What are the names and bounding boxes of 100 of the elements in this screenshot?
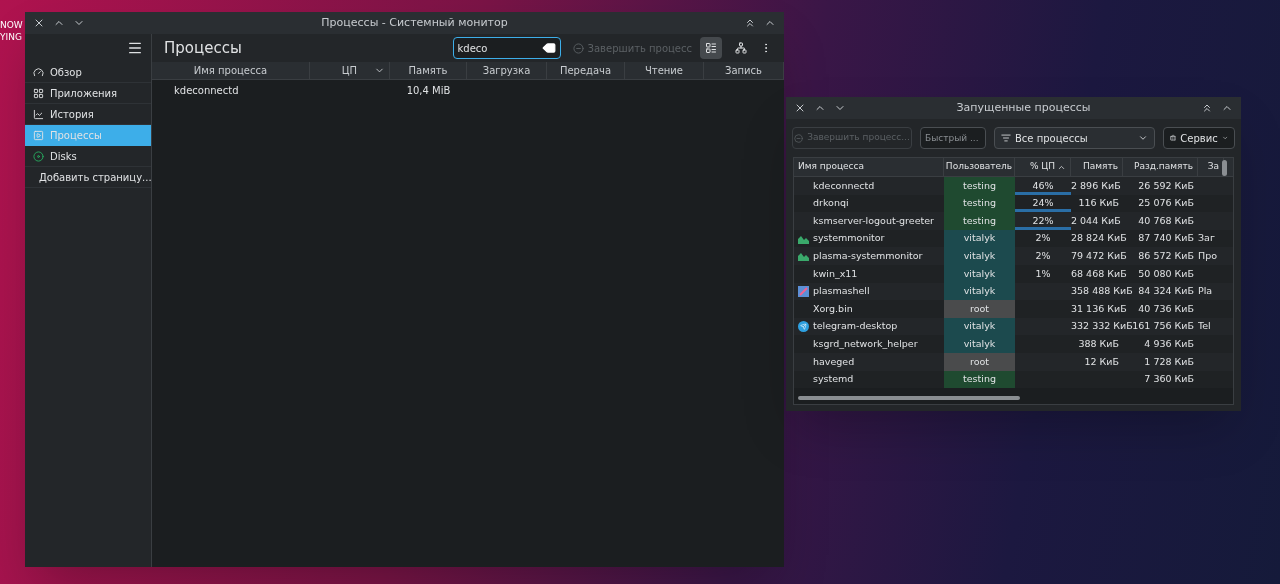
horizontal-scrollbar[interactable] bbox=[798, 396, 1020, 400]
filter-dropdown[interactable]: Все процессы bbox=[994, 127, 1155, 149]
chart-icon bbox=[798, 251, 809, 262]
table-cell-text: Xorg.bin bbox=[813, 301, 853, 316]
column-header[interactable]: ЦП bbox=[310, 62, 390, 79]
table-cell: 2% bbox=[1035, 231, 1051, 246]
sidebar-item[interactable]: Добавить страницу... bbox=[25, 167, 151, 188]
window-title: Запущенные процессы bbox=[955, 99, 1092, 116]
table-cell: 358 488 КиБ bbox=[1071, 285, 1133, 297]
column-header[interactable]: Память bbox=[390, 62, 467, 79]
app-icon bbox=[798, 285, 809, 297]
gauge-icon bbox=[33, 66, 44, 78]
plane-icon bbox=[798, 321, 809, 333]
table-cell: 84 324 КиБ bbox=[1138, 285, 1194, 297]
column-header[interactable]: Загрузка bbox=[467, 62, 547, 79]
table-cell: systemd bbox=[813, 372, 854, 387]
table-cell: 87 740 КиБ bbox=[1138, 232, 1194, 244]
table-cell-text: 22% bbox=[1032, 213, 1054, 228]
view-toggle-button[interactable] bbox=[700, 37, 722, 59]
table-cell: kdeconnectd bbox=[174, 84, 239, 96]
table-cell: 161 756 КиБ bbox=[1132, 320, 1194, 332]
column-header[interactable]: % ЦП bbox=[1015, 158, 1071, 176]
menu-icon[interactable] bbox=[127, 40, 143, 56]
window-title: Процессы - Системный монитор bbox=[320, 14, 509, 31]
table-cell: 28 824 КиБ bbox=[1071, 232, 1127, 244]
minus-icon bbox=[572, 42, 584, 54]
table-cell: Pla bbox=[1198, 285, 1213, 297]
user-cell: testing bbox=[944, 177, 1015, 195]
table-cell: 79 472 КиБ bbox=[1071, 250, 1127, 262]
table-cell-text: ksgrd_network_helper bbox=[813, 337, 918, 351]
sidebar-item[interactable]: Приложения bbox=[25, 83, 151, 104]
window-icon bbox=[33, 130, 44, 141]
table-cell: 2% bbox=[1035, 249, 1051, 264]
search-field[interactable]: kdeco bbox=[452, 37, 561, 59]
table-cell: 332 332 КиБ bbox=[1071, 320, 1133, 332]
sidebar-item[interactable]: Обзор bbox=[25, 62, 151, 83]
table-cell: 1 728 КиБ bbox=[1144, 355, 1194, 367]
table-cell: plasmashell bbox=[813, 284, 870, 299]
table-cell: kwin_x11 bbox=[813, 266, 858, 281]
user-cell: vitalyk bbox=[944, 247, 1015, 265]
table-cell: 12 КиБ bbox=[1084, 355, 1119, 367]
briefcase-icon bbox=[1170, 133, 1177, 143]
table-cell: 7 360 КиБ bbox=[1144, 373, 1194, 385]
table-cell: drkonqi bbox=[813, 196, 849, 211]
column-header[interactable]: Разд.память bbox=[1123, 158, 1198, 176]
user-cell: testing bbox=[944, 212, 1015, 230]
table-cell: 25 076 КиБ bbox=[1138, 197, 1194, 209]
table-cell: 86 572 КиБ bbox=[1138, 250, 1194, 262]
chart-icon bbox=[33, 108, 44, 120]
shade-icon[interactable] bbox=[744, 17, 756, 29]
table-cell: kdeconnectd bbox=[813, 178, 875, 193]
table-cell: 10,4 MiB bbox=[406, 84, 451, 96]
widget-text: YING bbox=[0, 31, 23, 43]
table-cell: 46% bbox=[1032, 178, 1054, 193]
disc-icon bbox=[33, 150, 44, 162]
column-header[interactable]: Пользователь bbox=[944, 158, 1015, 176]
table-cell: 2 896 КиБ bbox=[1071, 179, 1121, 191]
table-cell: 40 736 КиБ bbox=[1138, 302, 1194, 314]
caret-icon bbox=[1138, 133, 1148, 143]
column-header[interactable]: Передача bbox=[547, 62, 625, 79]
table-cell: systemmonitor bbox=[813, 231, 885, 246]
grid-icon bbox=[33, 87, 44, 99]
table-cell: 388 КиБ bbox=[1078, 338, 1119, 349]
table-cell: 24% bbox=[1032, 196, 1054, 211]
table-cell: 68 468 КиБ bbox=[1071, 267, 1127, 279]
clear-icon[interactable] bbox=[541, 41, 556, 55]
column-header[interactable]: Память bbox=[1071, 158, 1123, 176]
close-icon[interactable] bbox=[33, 17, 45, 29]
search-input[interactable]: kdeco bbox=[457, 40, 542, 56]
table-cell: 1% bbox=[1035, 266, 1051, 281]
page-title: Процессы bbox=[164, 37, 243, 59]
list-icon bbox=[705, 42, 717, 54]
table-cell: 31 136 КиБ bbox=[1071, 302, 1127, 314]
table-cell: telegram-desktop bbox=[813, 319, 898, 334]
sidebar-item[interactable]: Disks bbox=[25, 146, 151, 167]
column-header[interactable]: Имя процесса bbox=[152, 62, 310, 79]
vertical-scrollbar[interactable] bbox=[1222, 160, 1227, 176]
column-header[interactable]: Запись bbox=[704, 62, 784, 79]
quick-search-field[interactable]: Быстрый ... bbox=[920, 127, 986, 149]
table-cell: Про bbox=[1198, 250, 1217, 262]
table-cell: 116 КиБ bbox=[1078, 197, 1119, 209]
user-cell: root bbox=[944, 300, 1015, 318]
table-cell: plasma-systemmonitor bbox=[813, 249, 923, 264]
tools-button[interactable]: Сервис bbox=[1163, 127, 1235, 149]
table-cell-text: ksmserver-logout-greeter bbox=[813, 213, 934, 228]
user-cell: vitalyk bbox=[944, 335, 1015, 353]
table-cell: 26 592 КиБ bbox=[1138, 179, 1194, 191]
close-icon[interactable] bbox=[794, 102, 806, 114]
list-icon bbox=[1001, 133, 1011, 143]
table-cell: 4 936 КиБ bbox=[1144, 338, 1194, 349]
minus-icon bbox=[794, 133, 804, 143]
table-cell: 2 044 КиБ bbox=[1071, 214, 1121, 226]
column-header[interactable]: Чтение bbox=[625, 62, 704, 79]
table-cell: haveged bbox=[813, 354, 855, 369]
column-header[interactable]: Имя процесса bbox=[794, 158, 944, 176]
table-cell: 40 768 КиБ bbox=[1138, 214, 1194, 226]
table-cell: Tel bbox=[1198, 320, 1211, 332]
shade-icon[interactable] bbox=[1201, 102, 1213, 114]
tree-icon bbox=[735, 42, 747, 54]
widget-text: NOW bbox=[0, 19, 23, 31]
